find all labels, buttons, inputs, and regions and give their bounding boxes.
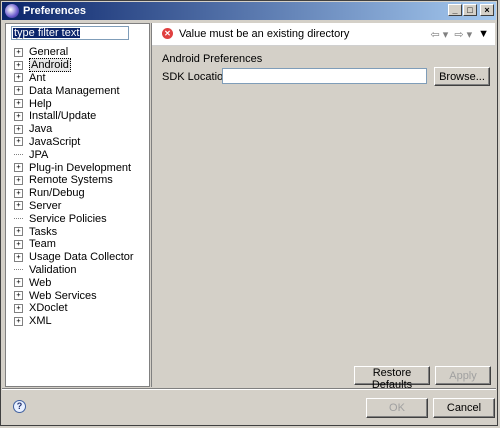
tree-item[interactable]: Service Policies [14, 212, 134, 225]
section-title: Android Preferences [162, 53, 263, 65]
tree-item[interactable]: + Usage Data Collector [14, 251, 134, 264]
tree-item-label: JavaScript [29, 135, 81, 148]
expand-icon[interactable]: + [14, 99, 23, 109]
preference-tree: + General + Android + Ant + Data Management + Hel… [14, 46, 134, 328]
minimize-button[interactable]: _ [448, 4, 462, 16]
tree-item[interactable]: + Java [14, 123, 134, 136]
expand-icon[interactable]: + [14, 201, 23, 211]
expand-icon[interactable]: + [14, 239, 23, 249]
eclipse-icon [5, 4, 19, 18]
tree-item-label: Plug-in Development [29, 161, 132, 174]
tree-item-label: Remote Systems [29, 174, 113, 187]
tree-item-label: Ant [29, 71, 46, 84]
error-message: Value must be an existing directory [179, 28, 350, 40]
tree-item-label: Tasks [29, 225, 58, 238]
view-menu-button[interactable]: ▼ [478, 28, 489, 41]
preference-page: ✕ Value must be an existing directory ⇦ … [151, 23, 495, 391]
back-button[interactable]: ⇦ ▾ [431, 28, 449, 41]
expand-icon[interactable]: + [14, 60, 23, 70]
tree-item-label: Usage Data Collector [29, 251, 134, 264]
title-bar[interactable]: Preferences _ □ × [2, 2, 496, 20]
sdk-location-input[interactable] [222, 68, 427, 84]
tree-connector [14, 154, 23, 156]
tree-item-label: Help [29, 97, 52, 110]
expand-icon[interactable]: + [14, 252, 23, 262]
tree-item[interactable]: Validation [14, 264, 134, 277]
error-icon: ✕ [162, 28, 173, 39]
tree-item[interactable]: + Ant [14, 72, 134, 85]
tree-item-label: Service Policies [29, 212, 107, 225]
tree-item-label: Validation [29, 263, 77, 276]
expand-icon[interactable]: + [14, 303, 23, 313]
expand-icon[interactable]: + [14, 73, 23, 83]
expand-icon[interactable]: + [14, 291, 23, 301]
expand-icon[interactable]: + [14, 124, 23, 134]
tree-item-label: Web Services [29, 289, 97, 302]
apply-button[interactable]: Apply [435, 366, 491, 385]
tree-item[interactable]: + Team [14, 238, 134, 251]
message-area: ✕ Value must be an existing directory ⇦ … [152, 23, 495, 46]
tree-item[interactable]: + General [14, 46, 134, 59]
preferences-window: Preferences _ □ × type filter text +Gene… [0, 0, 498, 426]
expand-icon[interactable]: + [14, 163, 23, 173]
footer-divider [2, 388, 496, 390]
tree-item[interactable]: + Install/Update [14, 110, 134, 123]
tree-item[interactable]: JPA [14, 148, 134, 161]
tree-connector [14, 218, 23, 220]
tree-item[interactable]: + Server [14, 200, 134, 213]
tree-item[interactable]: + Run/Debug [14, 187, 134, 200]
tree-item[interactable]: + XDoclet [14, 302, 134, 315]
tree-item[interactable]: + XML [14, 315, 134, 328]
tree-item-label: Server [29, 199, 62, 212]
tree-item[interactable]: + Plug-in Development [14, 161, 134, 174]
expand-icon[interactable]: + [14, 47, 23, 57]
tree-item-label: Android [29, 58, 71, 73]
tree-item-label: Data Management [29, 84, 120, 97]
expand-icon[interactable]: + [14, 316, 23, 326]
tree-item-label: Run/Debug [29, 187, 85, 200]
preference-tree-panel: type filter text +General+Android+Ant+Da… [5, 23, 150, 387]
tree-item-label: Java [29, 123, 53, 136]
expand-icon[interactable]: + [14, 111, 23, 121]
tree-item[interactable]: + Help [14, 97, 134, 110]
tree-item[interactable]: + JavaScript [14, 136, 134, 149]
expand-icon[interactable]: + [14, 188, 23, 198]
window-title: Preferences [23, 5, 86, 17]
tree-item-label: Team [29, 238, 56, 251]
tree-connector [14, 269, 23, 271]
tree-item-label: General [29, 46, 69, 59]
tree-item-label: JPA [29, 148, 49, 161]
tree-item[interactable]: + Web [14, 276, 134, 289]
maximize-button[interactable]: □ [463, 4, 477, 16]
expand-icon[interactable]: + [14, 278, 23, 288]
expand-icon[interactable]: + [14, 86, 23, 96]
tree-item[interactable]: + Tasks [14, 225, 134, 238]
tree-item-label: XML [29, 315, 52, 328]
tree-item[interactable]: + Data Management [14, 84, 134, 97]
tree-item[interactable]: + Remote Systems [14, 174, 134, 187]
expand-icon[interactable]: + [14, 175, 23, 185]
expand-icon[interactable]: + [14, 137, 23, 147]
tree-item-label: Install/Update [29, 110, 97, 123]
expand-icon[interactable]: + [14, 227, 23, 237]
close-button[interactable]: × [480, 4, 494, 16]
forward-button[interactable]: ⇨ ▾ [454, 28, 472, 41]
filter-input[interactable] [11, 26, 129, 40]
ok-button[interactable]: OK [366, 398, 428, 418]
tree-item-label: XDoclet [29, 302, 68, 315]
tree-item[interactable]: + Android [14, 58, 134, 73]
restore-defaults-button[interactable]: Restore Defaults [354, 366, 430, 391]
help-icon[interactable]: ? [13, 400, 26, 413]
cancel-button[interactable]: Cancel [433, 398, 495, 418]
browse-button[interactable]: Browse... [434, 67, 490, 86]
tree-item[interactable]: + Web Services [14, 289, 134, 302]
tree-item-label: Web [29, 276, 52, 289]
